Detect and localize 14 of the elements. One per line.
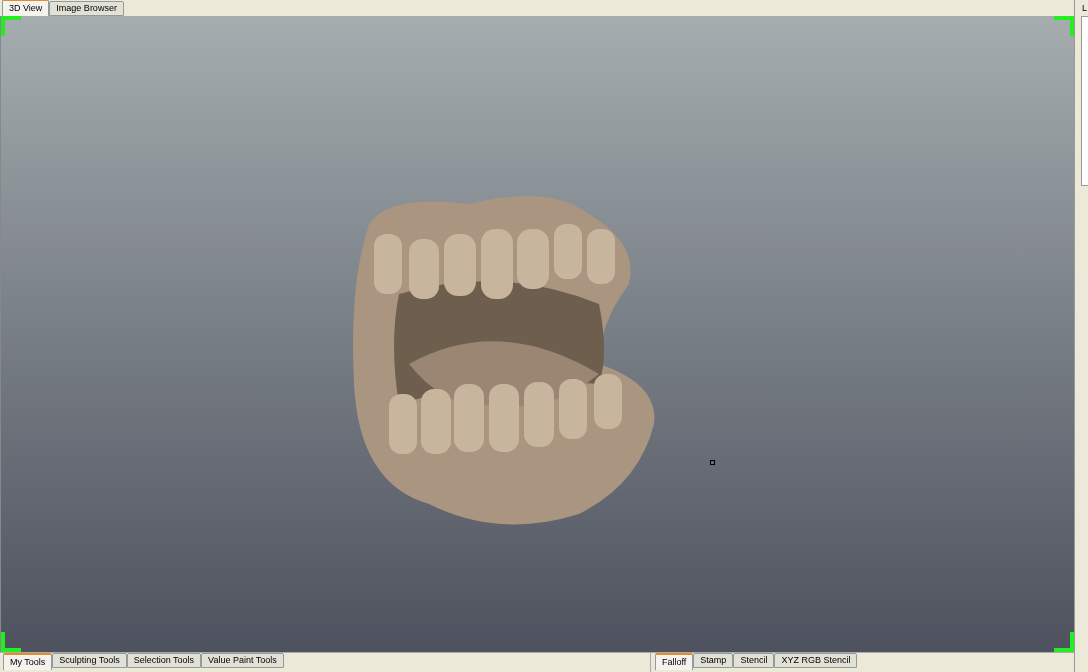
tab[interactable]: Sculpting Tools <box>52 653 127 668</box>
tab[interactable]: Value Paint Tools <box>201 653 284 668</box>
tab[interactable]: 3D View <box>2 0 50 16</box>
tab[interactable]: Stamp <box>693 653 734 668</box>
tab[interactable]: Selection Tools <box>126 653 202 668</box>
tab[interactable]: Falloff <box>655 653 694 670</box>
cursor-marker-icon <box>710 460 715 465</box>
panel-title: L <box>1082 2 1087 15</box>
corner-bracket-icon <box>1 16 21 36</box>
viewport[interactable] <box>0 16 1074 652</box>
tab[interactable]: My Tools <box>3 653 53 670</box>
tab[interactable]: XYZ RGB Stencil <box>774 653 858 668</box>
tab[interactable]: Stencil <box>733 653 775 668</box>
tab[interactable]: Image Browser <box>49 1 124 16</box>
